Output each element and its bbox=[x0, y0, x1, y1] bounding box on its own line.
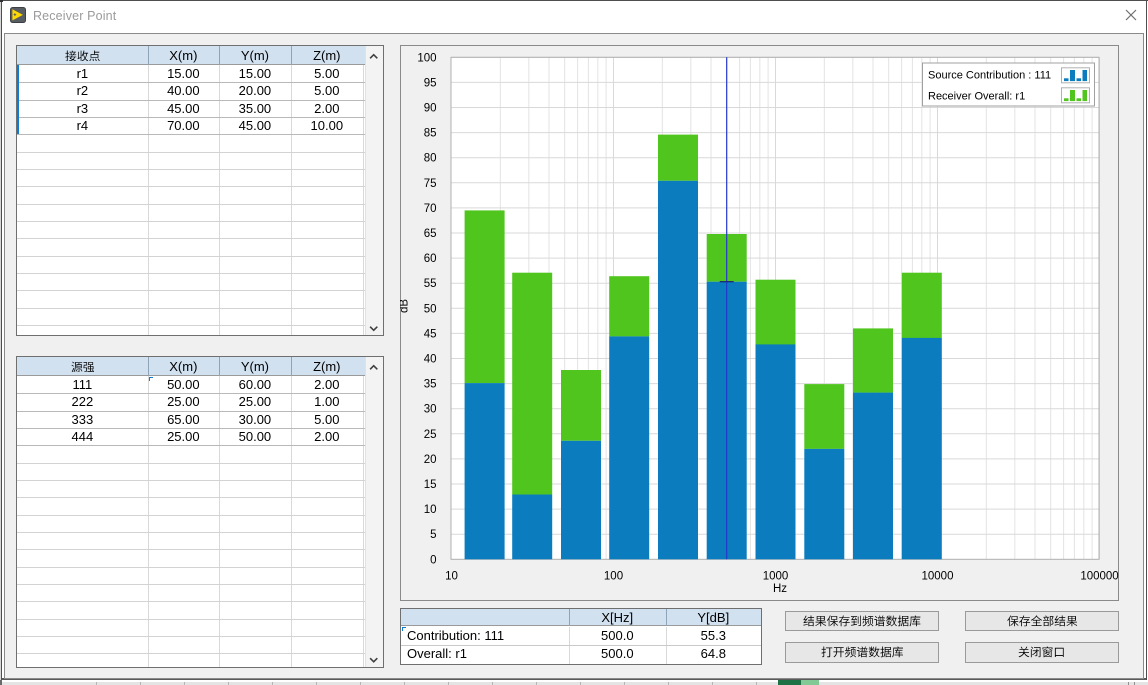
svg-text:Receiver Overall: r1: Receiver Overall: r1 bbox=[928, 91, 1025, 103]
svg-text:40: 40 bbox=[424, 354, 437, 366]
svg-text:0: 0 bbox=[430, 554, 436, 566]
svg-text:75: 75 bbox=[424, 178, 437, 190]
svg-text:Source Contribution : 111: Source Contribution : 111 bbox=[928, 70, 1051, 82]
svg-text:25: 25 bbox=[424, 429, 437, 441]
svg-text:5: 5 bbox=[430, 529, 436, 541]
svg-text:100: 100 bbox=[417, 52, 436, 64]
svg-text:95: 95 bbox=[424, 77, 437, 89]
svg-text:15: 15 bbox=[424, 479, 437, 491]
svg-text:60: 60 bbox=[424, 253, 437, 265]
svg-text:70: 70 bbox=[424, 203, 437, 215]
svg-text:55: 55 bbox=[424, 278, 437, 290]
svg-text:85: 85 bbox=[424, 128, 437, 140]
svg-text:1000: 1000 bbox=[763, 571, 789, 583]
svg-text:10: 10 bbox=[445, 571, 458, 583]
svg-text:Hz: Hz bbox=[773, 583, 787, 595]
svg-text:45: 45 bbox=[424, 328, 437, 340]
svg-text:20: 20 bbox=[424, 454, 437, 466]
svg-text:10: 10 bbox=[424, 504, 437, 516]
svg-text:90: 90 bbox=[424, 103, 437, 115]
svg-text:50: 50 bbox=[424, 303, 437, 315]
svg-text:80: 80 bbox=[424, 153, 437, 165]
svg-text:65: 65 bbox=[424, 228, 437, 240]
svg-text:10000: 10000 bbox=[922, 571, 954, 583]
svg-text:35: 35 bbox=[424, 379, 437, 391]
svg-text:dB: dB bbox=[400, 299, 411, 313]
svg-text:30: 30 bbox=[424, 404, 437, 416]
svg-text:100: 100 bbox=[604, 571, 623, 583]
svg-text:100000: 100000 bbox=[1080, 571, 1118, 583]
